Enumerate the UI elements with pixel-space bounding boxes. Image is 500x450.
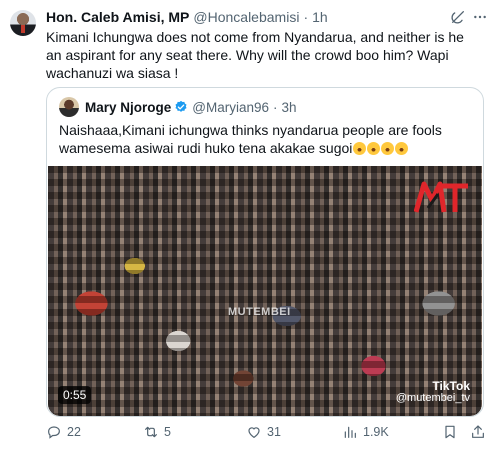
tweet-text: Kimani Ichungwa does not come from Nyand…: [46, 29, 464, 81]
quoted-author-name: Mary Njoroge: [85, 99, 172, 115]
tiktok-label: TikTok: [432, 379, 470, 393]
quoted-text-block: Naishaaa,Kimani ichungwa thinks nyandaru…: [59, 121, 474, 157]
laughing-emoji-icon: [367, 142, 381, 155]
author-handle[interactable]: @Honcalebamisi: [193, 9, 299, 25]
quoted-separator-dot: ·: [273, 99, 278, 115]
tweet-header: Hon. Caleb Amisi, MP @Honcalebamisi · 1h: [46, 7, 490, 27]
tiktok-user: @mutembei_tv: [395, 392, 470, 404]
tweet-time[interactable]: 1h: [312, 9, 328, 25]
views-count: 1.9K: [363, 425, 389, 439]
author-avatar[interactable]: [10, 10, 36, 36]
share-icon[interactable]: [470, 424, 486, 440]
laughing-emoji-icon: [381, 142, 395, 155]
bookmark-icon[interactable]: [442, 424, 458, 440]
more-options-icon[interactable]: [472, 9, 488, 25]
quoted-author-handle: @Maryian96: [192, 99, 270, 115]
repost-icon: [145, 426, 157, 438]
reply-icon: [48, 426, 60, 439]
video-watermark: MUTEMBEI: [228, 306, 291, 318]
video-duration: 0:55: [58, 386, 92, 404]
laughing-emoji-icon: [395, 142, 409, 155]
laughing-emoji-icon: [353, 142, 367, 155]
reply-button[interactable]: 22: [46, 424, 81, 440]
mt-logo: [414, 181, 468, 213]
like-count: 31: [267, 425, 281, 439]
repost-button[interactable]: 5: [143, 424, 171, 440]
repost-count: 5: [164, 425, 171, 439]
like-button[interactable]: 31: [246, 424, 281, 440]
tweet-actions: 22 5 31 1.9K: [46, 424, 486, 442]
quoted-tweet[interactable]: Mary Njoroge @Maryian96 · 3h Naishaaa,Ki…: [46, 87, 484, 417]
quoted-time: 3h: [281, 99, 297, 115]
quoted-author-avatar: [59, 97, 79, 117]
tiktok-watermark: TikTok @mutembei_tv: [396, 380, 470, 404]
views-chart-icon: [344, 426, 356, 438]
video-player[interactable]: MUTEMBEI 0:55 TikTok @mutembei_tv: [48, 166, 482, 416]
tweet[interactable]: Hon. Caleb Amisi, MP @Honcalebamisi · 1h…: [0, 0, 500, 450]
verified-badge-icon: [175, 100, 187, 112]
quoted-header: Mary Njoroge @Maryian96 · 3h: [59, 97, 297, 117]
views-button[interactable]: 1.9K: [342, 424, 389, 440]
separator-dot: ·: [303, 9, 309, 25]
author-name[interactable]: Hon. Caleb Amisi, MP: [46, 9, 189, 25]
reply-count: 22: [67, 425, 81, 439]
grok-icon[interactable]: [450, 9, 466, 25]
heart-icon: [248, 427, 260, 439]
